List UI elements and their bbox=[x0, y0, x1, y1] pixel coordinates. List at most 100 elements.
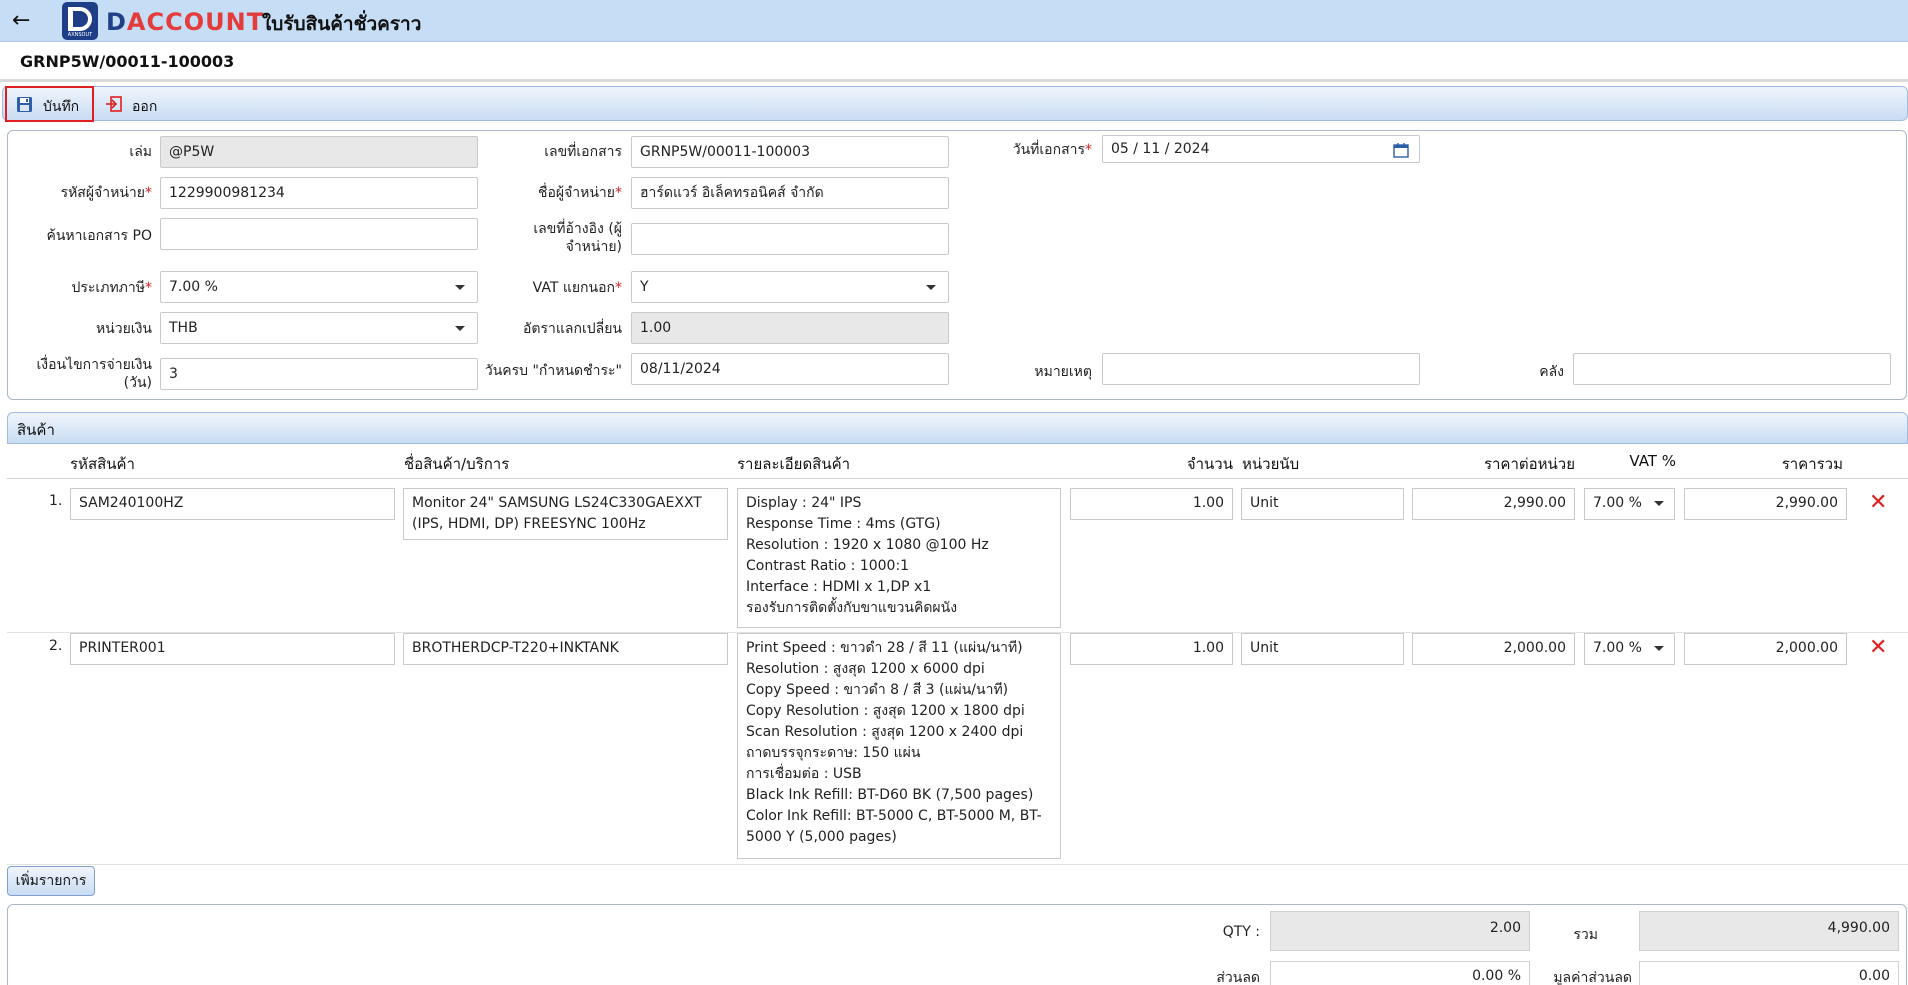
col-header-unit: หน่วยนับ bbox=[1242, 455, 1300, 473]
book-field: @P5W bbox=[160, 136, 478, 168]
sum-label: รวม bbox=[1573, 927, 1598, 943]
po-search-label: ค้นหาเอกสาร PO bbox=[46, 228, 152, 244]
currency-label: หน่วยเงิน bbox=[95, 321, 152, 337]
doc-number-title: GRNP5W/00011-100003 bbox=[20, 52, 235, 71]
calendar-icon[interactable] bbox=[1393, 141, 1409, 162]
row-name-field[interactable]: BROTHERDCP-T220+INKTANK bbox=[403, 633, 728, 665]
detail-line: Contrast Ratio : 1000:1 bbox=[746, 558, 910, 574]
po-search-field[interactable] bbox=[160, 218, 478, 250]
warehouse-field[interactable] bbox=[1573, 353, 1891, 385]
vat-ext-value: Y bbox=[640, 279, 649, 295]
col-header-detail: รายละเอียดสินค้า bbox=[737, 455, 851, 473]
row-vat-select[interactable]: 7.00 % bbox=[1584, 488, 1675, 520]
delete-row-icon[interactable]: ✕ bbox=[1869, 490, 1887, 515]
detail-line: Copy Speed : ขาวดำ 8 / สี 3 (แผ่น/นาที) bbox=[746, 682, 1009, 698]
row-code-field[interactable]: SAM240100HZ bbox=[70, 488, 395, 520]
discount-field[interactable]: 0.00 % bbox=[1270, 961, 1530, 985]
docdate-label: วันที่เอกสาร* bbox=[1012, 142, 1092, 158]
exit-button[interactable]: ออก bbox=[132, 96, 157, 118]
row-qty-field[interactable]: 1.00 bbox=[1070, 488, 1233, 520]
save-button-label[interactable]: บันทึก bbox=[43, 96, 79, 118]
detail-line: Black Ink Refill: BT-D60 BK (7,500 pages… bbox=[746, 787, 1034, 803]
detail-line: Response Time : 4ms (GTG) bbox=[746, 516, 941, 532]
ref-no-field[interactable] bbox=[631, 223, 949, 255]
row-qty-field[interactable]: 1.00 bbox=[1070, 633, 1233, 665]
tax-type-select[interactable]: 7.00 % bbox=[160, 271, 478, 303]
vendor-name-label: ชื่อผู้จำหน่าย* bbox=[537, 185, 622, 201]
vat-ext-select[interactable]: Y bbox=[631, 271, 949, 303]
due-field[interactable]: 08/11/2024 bbox=[631, 353, 949, 385]
discount-amount-label: มูลค่าส่วนลด bbox=[1553, 970, 1632, 985]
col-header-price: ราคาต่อหน่วย bbox=[1483, 455, 1575, 473]
discount-amount-field[interactable]: 0.00 bbox=[1639, 961, 1899, 985]
col-header-qty: จำนวน bbox=[1186, 455, 1233, 473]
currency-select[interactable]: THB bbox=[160, 312, 478, 344]
row-vat-value: 7.00 % bbox=[1593, 640, 1642, 656]
detail-line: Scan Resolution : สูงสุด 1200 x 2400 dpi bbox=[746, 724, 1024, 740]
chevron-down-icon bbox=[455, 326, 465, 331]
book-label: เล่ม bbox=[129, 144, 152, 160]
detail-line: Resolution : 1920 x 1080 @100 Hz bbox=[746, 537, 989, 553]
rate-label: อัตราแลกเปลี่ยน bbox=[523, 321, 622, 337]
goods-section-title: สินค้า bbox=[17, 421, 55, 439]
row-name-field[interactable]: Monitor 24" SAMSUNG LS24C330GAEXXT (IPS,… bbox=[403, 488, 728, 540]
add-item-button[interactable]: เพิ่มรายการ bbox=[7, 866, 95, 896]
row-detail-field[interactable]: Print Speed : ขาวดำ 28 / สี 11 (แผ่น/นาท… bbox=[737, 633, 1061, 859]
vendor-name-field[interactable]: ฮาร์ดแวร์ อิเล็คทรอนิคส์ จำกัด bbox=[631, 177, 949, 209]
row-number: 2. bbox=[49, 638, 63, 654]
docno-label: เลขที่เอกสาร bbox=[544, 144, 622, 160]
row-price-field[interactable]: 2,000.00 bbox=[1412, 633, 1575, 665]
chevron-down-icon bbox=[455, 285, 465, 290]
row-detail-field[interactable]: Display : 24" IPS Response Time : 4ms (G… bbox=[737, 488, 1061, 628]
detail-line: รองรับการติดตั้งกับขาแขวนคิดผนัง bbox=[746, 600, 958, 616]
logo-icon: AXNSOUT bbox=[62, 2, 98, 40]
toolbar bbox=[2, 86, 1908, 121]
delete-row-icon[interactable]: ✕ bbox=[1869, 635, 1887, 660]
tax-type-label: ประเภทภาษี* bbox=[71, 280, 153, 296]
chevron-down-icon bbox=[1654, 501, 1664, 506]
terms-field[interactable]: 3 bbox=[160, 358, 478, 390]
warehouse-label: คลัง bbox=[1539, 364, 1564, 380]
docno-field[interactable]: GRNP5W/00011-100003 bbox=[631, 136, 949, 168]
app-logo-text: DACCOUNT bbox=[106, 8, 265, 36]
ref-no-label: เลขที่อ้างอิง (ผู้ จำหน่าย) bbox=[533, 221, 622, 255]
col-header-total: ราคารวม bbox=[1781, 455, 1843, 473]
detail-line: Display : 24" IPS bbox=[746, 495, 862, 511]
rate-field: 1.00 bbox=[631, 312, 949, 344]
row-unit-field[interactable]: Unit bbox=[1241, 633, 1404, 665]
row-code-field[interactable]: PRINTER001 bbox=[70, 633, 395, 665]
note-field[interactable] bbox=[1102, 353, 1420, 385]
detail-line: ถาดบรรจุกระดาษ: 150 แผ่น bbox=[746, 745, 921, 761]
exit-icon[interactable] bbox=[105, 95, 123, 117]
goods-section-header bbox=[7, 412, 1908, 444]
qty-total-field: 2.00 bbox=[1270, 911, 1530, 951]
col-header-vat: VAT % bbox=[1629, 452, 1676, 470]
header-divider bbox=[7, 478, 1908, 479]
col-header-name: ชื่อสินค้า/บริการ bbox=[404, 455, 510, 473]
row-unit-field[interactable]: Unit bbox=[1241, 488, 1404, 520]
detail-line: Print Speed : ขาวดำ 28 / สี 11 (แผ่น/นาท… bbox=[746, 640, 1023, 656]
detail-line: Copy Resolution : สูงสุด 1200 x 1800 dpi bbox=[746, 703, 1025, 719]
vendor-code-field[interactable]: 1229900981234 bbox=[160, 177, 478, 209]
vendor-code-label: รหัสผู้จำหน่าย* bbox=[60, 185, 152, 201]
row-number: 1. bbox=[49, 493, 63, 509]
chevron-down-icon bbox=[1654, 646, 1664, 651]
detail-line: Resolution : สูงสุด 1200 x 6000 dpi bbox=[746, 661, 985, 677]
page-title: ใบรับสินค้าชั่วคราว bbox=[262, 13, 422, 35]
row-divider bbox=[7, 864, 1908, 865]
row-vat-select[interactable]: 7.00 % bbox=[1584, 633, 1675, 665]
arrow-left-icon[interactable]: ← bbox=[12, 8, 30, 34]
docdate-value: 05 / 11 / 2024 bbox=[1111, 141, 1210, 157]
chevron-down-icon bbox=[926, 285, 936, 290]
docdate-field[interactable]: 05 / 11 / 2024 bbox=[1102, 135, 1420, 163]
detail-line: Interface : HDMI x 1,DP x1 bbox=[746, 579, 932, 595]
row-total-field: 2,000.00 bbox=[1684, 633, 1847, 665]
save-icon bbox=[16, 96, 33, 117]
row-total-field: 2,990.00 bbox=[1684, 488, 1847, 520]
discount-unit: % bbox=[1507, 968, 1521, 984]
vat-ext-label: VAT แยกนอก* bbox=[532, 280, 622, 296]
discount-value: 0.00 bbox=[1472, 968, 1504, 984]
detail-line: Color Ink Refill: BT-5000 C, BT-5000 M, … bbox=[746, 808, 1042, 845]
row-price-field[interactable]: 2,990.00 bbox=[1412, 488, 1575, 520]
row-vat-value: 7.00 % bbox=[1593, 495, 1642, 511]
